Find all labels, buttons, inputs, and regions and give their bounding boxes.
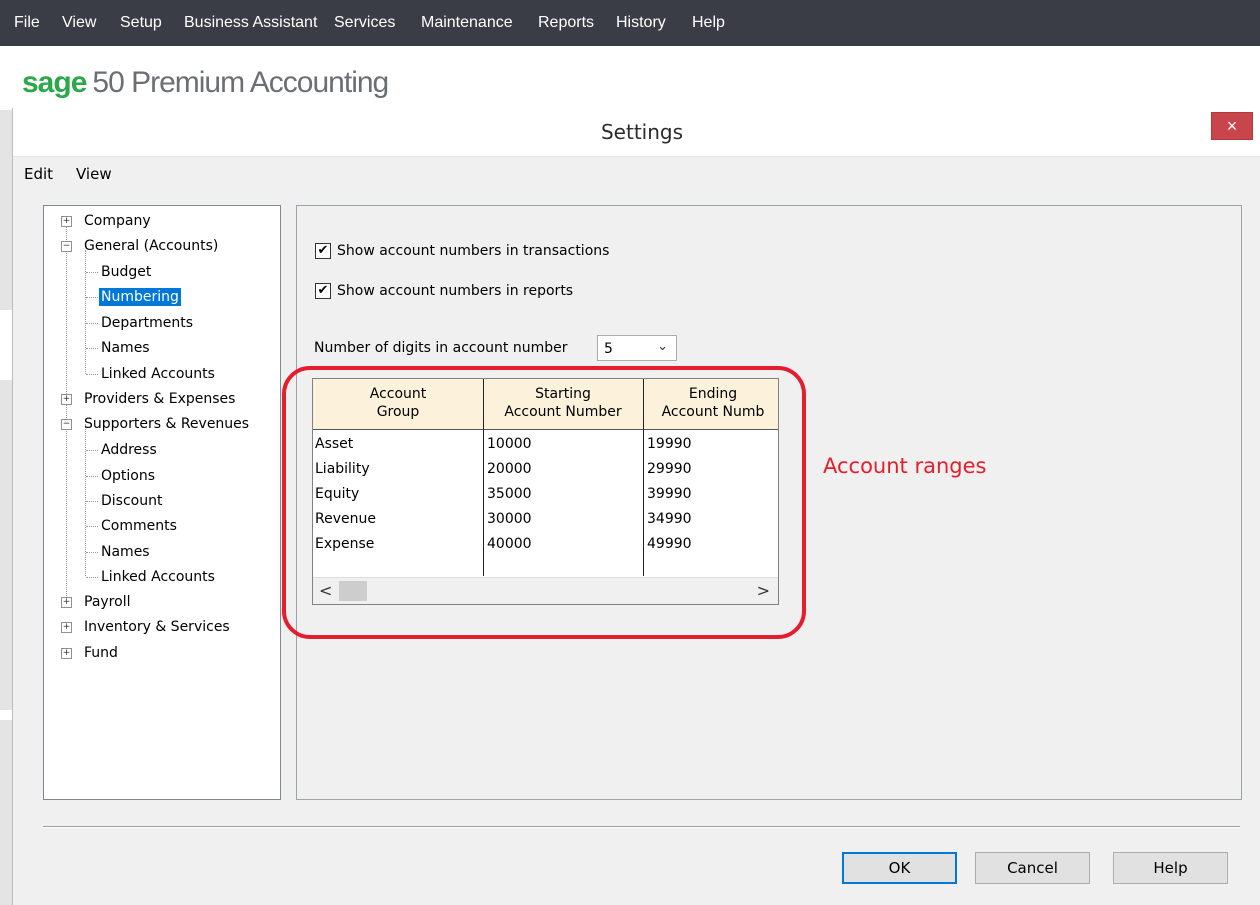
dialog-titlebar: Settings × <box>13 108 1260 157</box>
menu-services[interactable]: Services <box>334 14 395 32</box>
menu-history[interactable]: History <box>616 14 666 32</box>
tree-item-address[interactable]: Address <box>99 439 159 461</box>
checkmark-icon[interactable]: ✔ <box>315 283 331 299</box>
menu-reports[interactable]: Reports <box>538 14 594 32</box>
plus-icon[interactable]: + <box>61 648 72 659</box>
minus-icon[interactable]: − <box>61 419 72 430</box>
minus-icon[interactable]: − <box>61 241 72 252</box>
tree-item-fund[interactable]: + Fund <box>60 642 120 664</box>
app-menubar: File View Setup Business Assistant Servi… <box>0 0 1260 46</box>
background-window-edge <box>0 110 12 905</box>
digits-label: Number of digits in account number <box>314 340 568 356</box>
show-in-reports-label: Show account numbers in reports <box>337 283 574 299</box>
tree-item-general[interactable]: − General (Accounts) <box>60 235 220 257</box>
checkmark-icon[interactable]: ✔ <box>315 243 331 259</box>
brand-logo: sage 50 Premium Accounting <box>22 66 389 106</box>
tree-line <box>85 424 86 576</box>
ok-button[interactable]: OK <box>842 852 957 884</box>
tree-item-linked-accounts[interactable]: Linked Accounts <box>99 363 217 385</box>
dialog-title: Settings <box>600 120 684 144</box>
tree-item-comments[interactable]: Comments <box>99 515 179 537</box>
settings-tree[interactable]: + Company − General (Accounts) Budget Nu… <box>43 205 281 800</box>
annotation-label: Account ranges <box>823 454 987 478</box>
menu-view[interactable]: View <box>62 14 96 32</box>
plus-icon[interactable]: + <box>61 597 72 608</box>
product-name: 50 Premium Accounting <box>92 66 389 99</box>
help-button[interactable]: Help <box>1113 852 1228 884</box>
menu-help[interactable]: Help <box>692 14 725 32</box>
tree-item-names[interactable]: Names <box>99 337 152 359</box>
dialog-menubar: Edit View <box>13 157 1260 187</box>
tree-item-payroll[interactable]: + Payroll <box>60 591 132 613</box>
annotation-highlight <box>282 366 806 639</box>
plus-icon[interactable]: + <box>61 216 72 227</box>
menu-edit[interactable]: Edit <box>24 165 53 183</box>
show-in-reports-checkbox[interactable]: ✔ Show account numbers in reports <box>315 283 573 299</box>
show-in-transactions-checkbox[interactable]: ✔ Show account numbers in transactions <box>315 243 609 259</box>
tree-item-departments[interactable]: Departments <box>99 312 195 334</box>
tree-item-names-revenue[interactable]: Names <box>99 541 152 563</box>
tree-item-inventory[interactable]: + Inventory & Services <box>60 616 232 638</box>
tree-item-company[interactable]: + Company <box>60 210 153 232</box>
digits-value: 5 <box>604 341 613 357</box>
cancel-button[interactable]: Cancel <box>975 852 1090 884</box>
menu-view-dialog[interactable]: View <box>76 165 112 183</box>
tree-line <box>85 250 86 374</box>
settings-dialog: Settings × Edit View + Company − General… <box>12 108 1260 905</box>
chevron-down-icon: ⌄ <box>657 339 668 354</box>
tree-item-linked-accounts-revenue[interactable]: Linked Accounts <box>99 566 217 588</box>
show-in-transactions-label: Show account numbers in transactions <box>337 243 610 259</box>
menu-file[interactable]: File <box>14 14 40 32</box>
close-button[interactable]: × <box>1211 112 1253 140</box>
menu-maintenance[interactable]: Maintenance <box>421 14 513 32</box>
digits-dropdown[interactable]: 5 ⌄ <box>597 335 677 361</box>
tree-item-numbering[interactable]: Numbering <box>99 286 181 308</box>
tree-line <box>66 226 67 598</box>
plus-icon[interactable]: + <box>61 622 72 633</box>
tree-item-providers[interactable]: + Providers & Expenses <box>60 388 237 410</box>
tree-item-budget[interactable]: Budget <box>99 261 153 283</box>
sage-logo: sage <box>22 66 87 99</box>
tree-item-supporters[interactable]: − Supporters & Revenues <box>60 413 251 435</box>
plus-icon[interactable]: + <box>61 394 72 405</box>
tree-item-discount[interactable]: Discount <box>99 490 164 512</box>
menu-setup[interactable]: Setup <box>120 14 162 32</box>
menu-business-assistant[interactable]: Business Assistant <box>184 14 317 32</box>
separator <box>43 826 1240 828</box>
tree-item-options[interactable]: Options <box>99 465 157 487</box>
